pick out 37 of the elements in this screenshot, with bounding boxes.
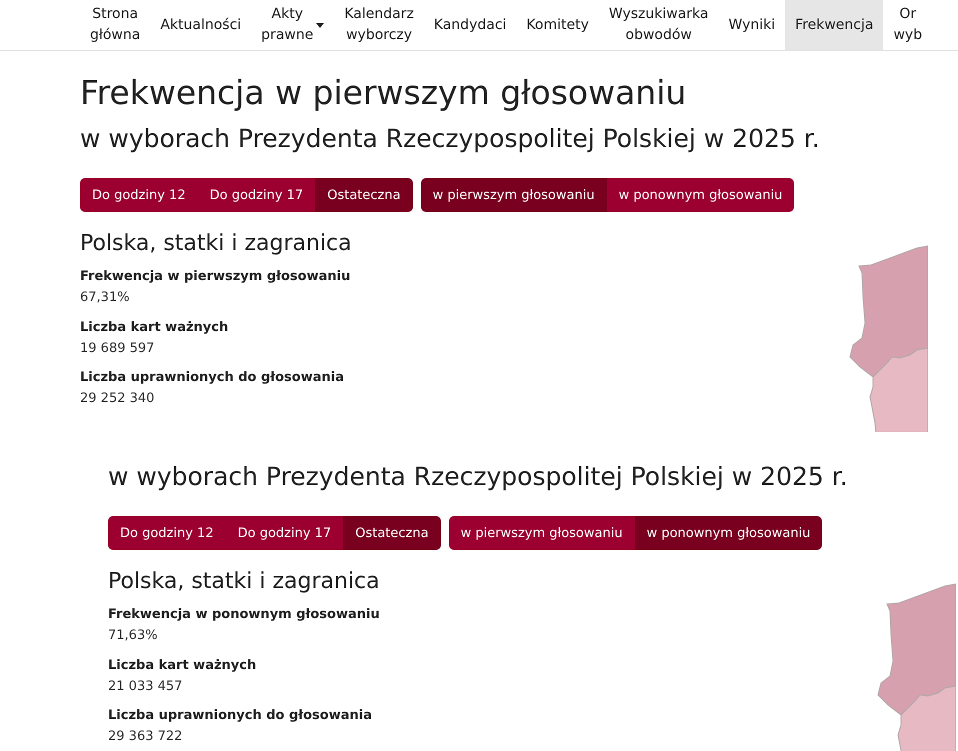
filter-tab[interactable]: w pierwszym głosowaniu — [448, 516, 635, 550]
stat-label: Frekwencja w ponownym głosowaniu — [108, 606, 380, 624]
filter-tab[interactable]: w ponownym głosowaniu — [634, 516, 822, 550]
nav-link[interactable]: Or wyb — [883, 0, 932, 50]
page-subtitle: w wyborach Prezydenta Rzeczypospolitej Polskiej w 2025 r. — [108, 461, 848, 493]
filter-tab[interactable]: Do godziny 17 — [226, 516, 344, 550]
region-title: Polska, statki i zagranica — [108, 568, 380, 596]
stat-value: 21 033 457 — [108, 678, 182, 696]
page-subtitle: w wyborach Prezydenta Rzeczypospolitej Polskiej w 2025 r. — [80, 123, 820, 155]
stat-value: 19 689 597 — [80, 340, 154, 358]
stat-label: Frekwencja w pierwszym głosowaniu — [80, 268, 350, 286]
stat-label: Liczba uprawnionych do głosowania — [108, 707, 372, 725]
stat-value: 29 363 722 — [108, 728, 182, 746]
nav-link[interactable]: Akty prawne — [251, 0, 334, 50]
stat-label: Liczba kart ważnych — [80, 318, 228, 336]
filter-tab[interactable]: Do godziny 12 — [80, 178, 198, 212]
filter-tab[interactable]: Do godziny 17 — [198, 178, 316, 212]
region-title: Polska, statki i zagranica — [80, 230, 352, 258]
filter-tab[interactable]: Ostateczna — [315, 178, 413, 212]
nav-link[interactable]: Komitety — [516, 0, 599, 50]
nav-link[interactable]: Kalendarz wyborczy — [334, 0, 424, 50]
stat-value: 67,31% — [80, 289, 130, 307]
nav-link[interactable]: Kandydaci — [424, 0, 516, 50]
filter-tab[interactable]: Do godziny 12 — [108, 516, 226, 550]
filter-tab[interactable]: Ostateczna — [343, 516, 441, 550]
stat-label: Liczba uprawnionych do głosowania — [80, 369, 344, 387]
stat-value: 29 252 340 — [80, 390, 154, 408]
filter-tab[interactable]: w ponownym głosowaniu — [606, 178, 794, 212]
filter-tab[interactable]: w pierwszym głosowaniu — [420, 178, 607, 212]
nav-link[interactable]: Wyniki — [718, 0, 786, 50]
stat-value: 71,63% — [108, 627, 158, 645]
page-title: Frekwencja w pierwszym głosowaniu — [80, 72, 686, 114]
stat-label: Liczba kart ważnych — [108, 656, 256, 674]
nav-link[interactable]: Strona główna — [80, 0, 150, 50]
nav-link[interactable]: Frekwencja — [785, 0, 884, 50]
nav-link[interactable]: Wyszukiwarka obwodów — [598, 0, 718, 50]
nav-link[interactable]: Aktualności — [150, 0, 252, 50]
